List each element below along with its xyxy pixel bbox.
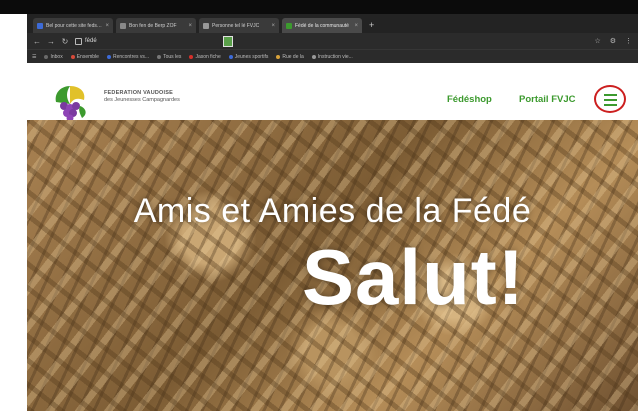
extension-icon[interactable] bbox=[222, 35, 233, 47]
bookmark-label: Jason fiche bbox=[195, 54, 221, 60]
bookmark-favicon-icon bbox=[44, 55, 49, 59]
hero-subtitle: Amis et Amies de la Fédé bbox=[133, 192, 532, 230]
url-field[interactable]: fédé bbox=[75, 37, 97, 45]
bookmark-item[interactable]: Rencontres vs... bbox=[106, 54, 150, 60]
hamburger-line bbox=[604, 104, 617, 106]
tab-label: Bel pour cette site fedsd 8 bbox=[46, 22, 103, 29]
tab-close-icon[interactable]: × bbox=[105, 23, 109, 29]
bookmark-favicon-icon bbox=[157, 55, 162, 59]
browser-tab[interactable]: Personne tel lé FVJC × bbox=[199, 18, 279, 33]
brand-text: FEDERATION VAUDOISE des Jeunesses Campag… bbox=[104, 90, 180, 104]
browser-tab[interactable]: Bel pour cette site fedsd 8 × bbox=[33, 18, 113, 33]
tab-close-icon[interactable]: × bbox=[354, 23, 358, 29]
browser-actions: ☆ ⚙ ⋮ bbox=[594, 37, 632, 45]
bookmark-item[interactable]: Rue de la bbox=[276, 54, 304, 60]
tab-label: Bon fen de Berp ZOF bbox=[129, 22, 177, 29]
bookmark-favicon-icon bbox=[106, 55, 111, 59]
browser-tab[interactable]: Fédé de la communauté × bbox=[282, 18, 362, 33]
back-icon[interactable]: ← bbox=[33, 37, 41, 46]
tab-favicon-icon bbox=[37, 22, 43, 29]
brand-line2: des Jeunesses Campagnardes bbox=[104, 97, 180, 103]
tab-close-icon[interactable]: × bbox=[188, 23, 192, 29]
nav-portail-link[interactable]: Portail FVJC bbox=[519, 94, 576, 105]
bookmark-favicon-icon bbox=[311, 55, 316, 59]
brand-line1: FEDERATION VAUDOISE bbox=[104, 90, 173, 96]
forward-icon[interactable]: → bbox=[47, 37, 55, 46]
lock-icon bbox=[75, 37, 82, 45]
tab-close-icon[interactable]: × bbox=[271, 23, 275, 29]
bookmark-label: Rue de la bbox=[282, 54, 304, 60]
tab-bar: Bel pour cette site fedsd 8 × Bon fen de B… bbox=[27, 14, 638, 33]
browser-tab[interactable]: Bon fen de Berp ZOF × bbox=[116, 18, 196, 33]
hamburger-menu-button[interactable] bbox=[594, 85, 626, 113]
bookmark-item[interactable]: Tous les bbox=[157, 54, 181, 60]
tab-label: Personne tel lé FVJC bbox=[212, 22, 260, 29]
hamburger-line bbox=[604, 99, 617, 101]
bookmark-favicon-icon bbox=[228, 55, 233, 59]
bookmark-favicon-icon bbox=[276, 55, 281, 59]
tab-favicon-icon bbox=[286, 22, 292, 29]
bookmark-label: Jeunes sportifs bbox=[234, 54, 269, 60]
fvjc-logo-icon[interactable] bbox=[50, 80, 90, 122]
tab-favicon-icon bbox=[203, 22, 209, 29]
bookmark-label: Inbox bbox=[50, 54, 63, 60]
bookmarks-bar: ☰ Inbox Ensemble Rencontres vs... Tous les J… bbox=[27, 49, 638, 64]
hamburger-line bbox=[604, 94, 617, 96]
bookmark-item[interactable]: Instruction vie... bbox=[311, 54, 353, 60]
bookmark-label: Tous les bbox=[163, 54, 182, 60]
hero-title: Salut! bbox=[302, 233, 525, 321]
bookmark-item[interactable]: Inbox bbox=[44, 54, 63, 60]
address-bar: ← → ↻ fédé ☆ ⚙ ⋮ bbox=[27, 33, 638, 49]
top-strip bbox=[0, 0, 638, 14]
nav-fedeshop-link[interactable]: Fédéshop bbox=[447, 94, 492, 105]
bookmark-favicon-icon bbox=[189, 55, 194, 59]
bookmark-item[interactable]: Ensemble bbox=[70, 54, 99, 60]
tab-label: Fédé de la communauté bbox=[295, 22, 349, 29]
hero-banner: Amis et Amies de la Fédé Salut! bbox=[27, 120, 638, 411]
star-icon[interactable]: ☆ bbox=[594, 37, 600, 45]
bookmark-favicon-icon bbox=[70, 55, 75, 59]
reload-icon[interactable]: ↻ bbox=[61, 37, 69, 46]
bookmark-item[interactable]: Jeunes sportifs bbox=[228, 54, 269, 60]
bookmark-label: Rencontres vs... bbox=[112, 54, 150, 60]
apps-icon[interactable]: ☰ bbox=[32, 54, 36, 60]
bookmark-item[interactable]: Jason fiche bbox=[189, 54, 221, 60]
browser-window: Bel pour cette site fedsd 8 × Bon fen de B… bbox=[27, 14, 638, 411]
tab-favicon-icon bbox=[120, 22, 126, 29]
new-tab-button[interactable]: + bbox=[365, 18, 378, 33]
bookmark-label: Ensemble bbox=[76, 54, 99, 60]
extensions-icon[interactable]: ⚙ bbox=[610, 37, 616, 45]
url-text: fédé bbox=[85, 38, 97, 44]
bookmark-label: Instruction vie... bbox=[317, 54, 353, 60]
menu-icon[interactable]: ⋮ bbox=[625, 37, 632, 45]
